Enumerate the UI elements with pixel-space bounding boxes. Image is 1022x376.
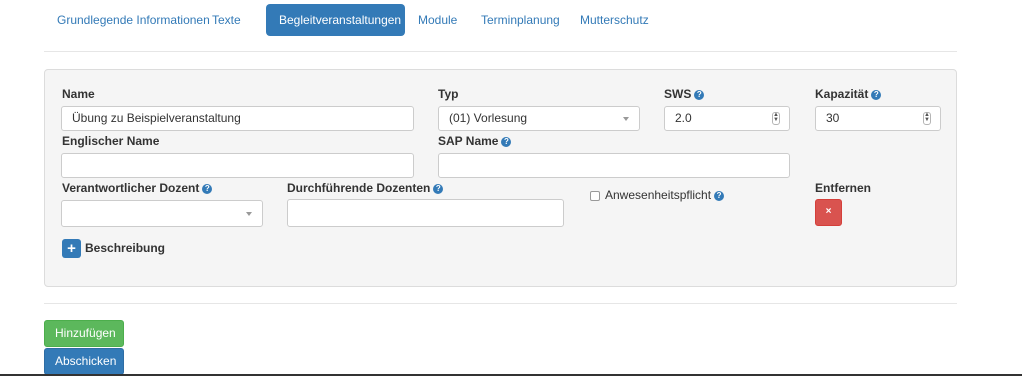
times-icon: ×	[825, 206, 832, 217]
englischer-name-input[interactable]	[61, 153, 414, 178]
spinner-icon[interactable]: ▲ ▼	[772, 112, 780, 125]
chevron-down-icon	[623, 117, 629, 121]
typ-select-value: (01) Vorlesung	[449, 111, 528, 125]
add-button[interactable]: Hinzufügen	[44, 320, 124, 347]
entfernen-label: Entfernen	[815, 181, 872, 195]
spinner-icon[interactable]: ▲ ▼	[923, 112, 931, 125]
sap-name-label: SAP Name?	[438, 134, 512, 148]
anwesenheitspflicht-label-text: Anwesenheitspflicht	[605, 188, 712, 202]
tab-mutterschutz[interactable]: Mutterschutz	[567, 4, 662, 36]
durchfuehrende-dozenten-label-text: Durchführende Dozenten	[287, 181, 431, 195]
name-input[interactable]: Übung zu Beispielveranstaltung	[61, 106, 414, 131]
sap-name-input[interactable]	[438, 153, 790, 178]
help-icon[interactable]: ?	[202, 184, 213, 194]
verantwortlicher-dozent-label: Verantwortlicher Dozent?	[62, 181, 213, 195]
submit-button[interactable]: Abschicken	[44, 348, 124, 375]
kapazitaet-number-input[interactable]: 30 ▲ ▼	[815, 106, 941, 131]
sap-name-label-text: SAP Name	[438, 134, 499, 148]
englischer-name-label: Englischer Name	[62, 134, 160, 148]
help-icon[interactable]: ?	[694, 90, 705, 100]
durchfuehrende-dozenten-input[interactable]	[287, 199, 564, 227]
kapazitaet-label: Kapazität?	[815, 87, 882, 101]
help-icon[interactable]: ?	[714, 191, 725, 201]
tab-texte[interactable]: Texte	[199, 4, 254, 36]
verantwortlicher-dozent-select[interactable]	[61, 200, 263, 227]
remove-button[interactable]: ×	[815, 199, 842, 226]
tab-bar: Grundlegende Informationen Texte Begleit…	[44, 4, 957, 36]
sws-label: SWS?	[664, 87, 705, 101]
help-icon[interactable]: ?	[871, 90, 882, 100]
divider	[44, 51, 957, 52]
tab-begleitveranstaltungen[interactable]: Begleitveranstaltungen	[266, 4, 405, 36]
anwesenheitspflicht-label: Anwesenheitspflicht?	[605, 188, 725, 202]
plus-icon: +	[67, 240, 76, 257]
sws-value: 2.0	[675, 111, 692, 125]
anwesenheitspflicht-checkbox[interactable]	[590, 191, 600, 201]
tab-module[interactable]: Module	[405, 4, 470, 36]
tab-terminplanung[interactable]: Terminplanung	[468, 4, 573, 36]
kapazitaet-label-text: Kapazität	[815, 87, 869, 101]
durchfuehrende-dozenten-label: Durchführende Dozenten?	[287, 181, 444, 195]
chevron-down-icon	[246, 212, 252, 216]
verantwortlicher-dozent-label-text: Verantwortlicher Dozent	[62, 181, 200, 195]
expand-beschreibung-button[interactable]: +	[62, 239, 81, 258]
beschreibung-label[interactable]: Beschreibung	[85, 241, 165, 255]
typ-select[interactable]: (01) Vorlesung	[438, 106, 640, 131]
typ-label: Typ	[438, 87, 459, 101]
divider	[44, 303, 957, 304]
course-event-panel: Name Typ SWS? Kapazität? Übung zu Beispi…	[44, 69, 957, 287]
sws-number-input[interactable]: 2.0 ▲ ▼	[664, 106, 790, 131]
name-label: Name	[62, 87, 95, 101]
tab-grundlegende-informationen[interactable]: Grundlegende Informationen	[44, 4, 223, 36]
kapazitaet-value: 30	[826, 111, 840, 125]
sws-label-text: SWS	[664, 87, 692, 101]
help-icon[interactable]: ?	[501, 137, 512, 147]
help-icon[interactable]: ?	[433, 184, 444, 194]
